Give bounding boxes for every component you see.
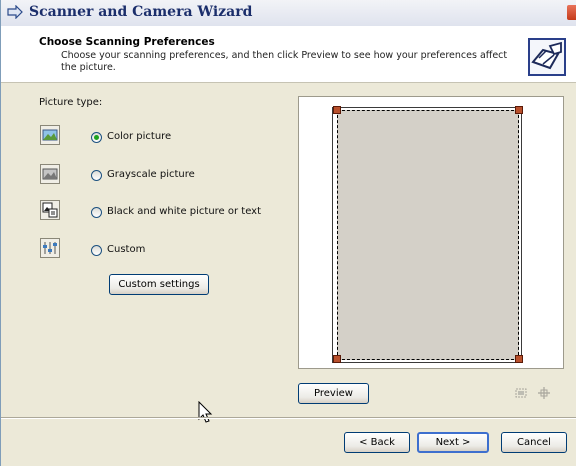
preview-pane <box>298 96 564 369</box>
page-title: Choose Scanning Preferences <box>39 36 215 48</box>
title-bar[interactable]: Scanner and Camera Wizard <box>1 0 576 27</box>
custom-radio[interactable] <box>91 245 102 256</box>
window-title: Scanner and Camera Wizard <box>29 4 253 20</box>
custom-icon <box>40 238 60 258</box>
color-picture-label[interactable]: Color picture <box>107 131 171 142</box>
custom-settings-button[interactable]: Custom settings <box>109 274 209 295</box>
bottom-left-resize-handle[interactable] <box>333 355 341 363</box>
grayscale-picture-icon <box>40 164 60 184</box>
wizard-window: Scanner and Camera Wizard Choose Scannin… <box>0 0 576 466</box>
bw-picture-icon <box>40 200 60 220</box>
scanner-camera-icon <box>528 38 566 76</box>
close-button[interactable] <box>567 5 576 20</box>
cancel-button[interactable]: Cancel <box>501 432 567 453</box>
bottom-right-resize-handle[interactable] <box>515 355 523 363</box>
bw-picture-label[interactable]: Black and white picture or text <box>107 206 261 217</box>
zoom-selection-icon[interactable] <box>537 387 551 399</box>
wizard-arrow-icon <box>7 5 23 19</box>
grayscale-picture-label[interactable]: Grayscale picture <box>107 169 195 180</box>
back-button[interactable]: < Back <box>344 432 410 453</box>
grayscale-picture-radio[interactable] <box>91 170 102 181</box>
page-subtitle: Choose your scanning preferences, and th… <box>61 50 508 73</box>
next-button[interactable]: Next > <box>417 432 489 453</box>
wizard-header: Choose Scanning Preferences Choose your … <box>1 26 576 83</box>
scan-area-selection[interactable] <box>337 110 519 360</box>
footer-separator <box>1 417 576 419</box>
fit-selection-icon[interactable] <box>514 387 528 399</box>
preview-button[interactable]: Preview <box>298 383 369 404</box>
picture-type-label: Picture type: <box>39 97 103 108</box>
top-left-resize-handle[interactable] <box>333 106 341 114</box>
bw-picture-radio[interactable] <box>91 207 102 218</box>
mouse-pointer-icon <box>198 401 213 423</box>
custom-label[interactable]: Custom <box>107 244 145 255</box>
top-right-resize-handle[interactable] <box>515 106 523 114</box>
color-picture-icon <box>40 125 60 145</box>
color-picture-radio[interactable] <box>91 132 102 143</box>
